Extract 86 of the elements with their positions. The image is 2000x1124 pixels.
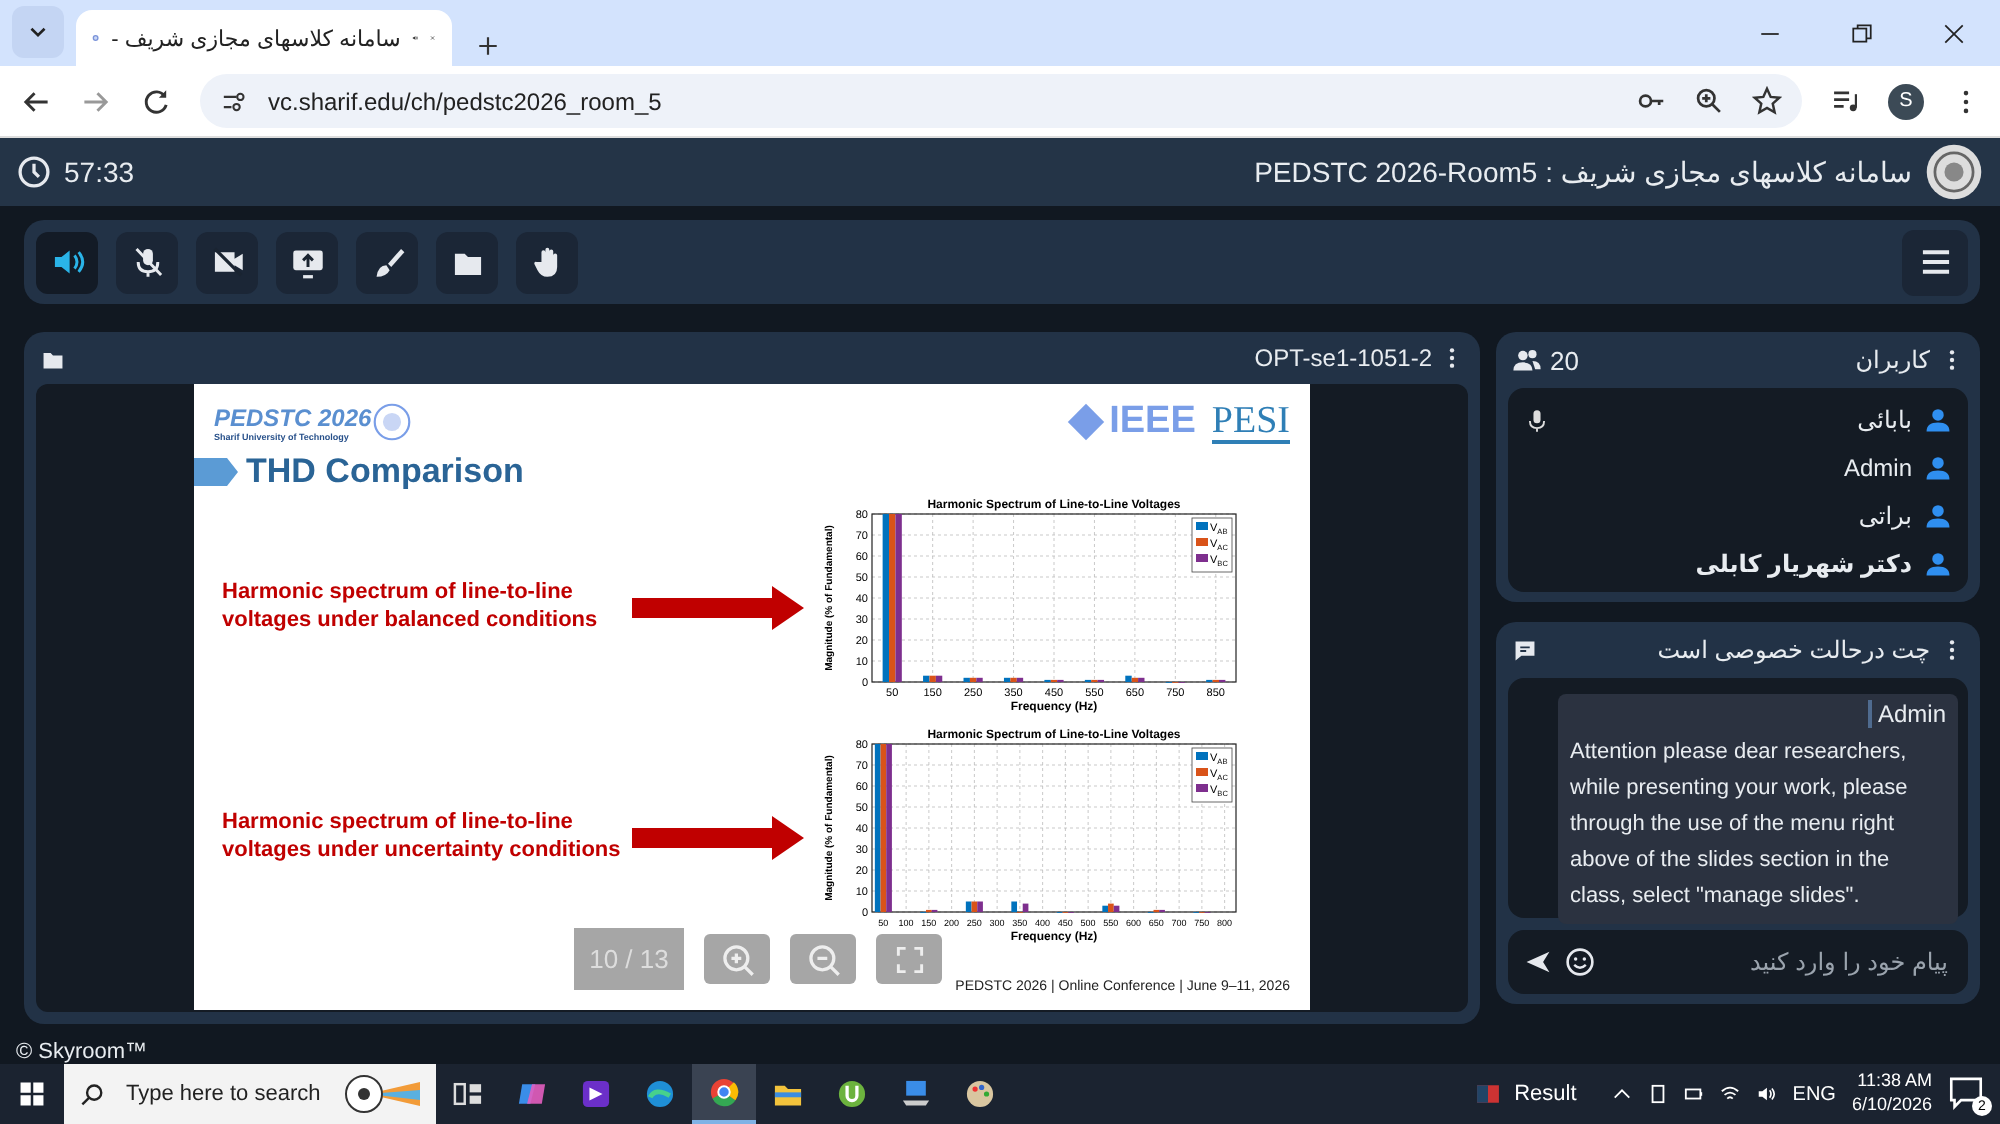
person-icon <box>1924 454 1952 482</box>
screen-share-button[interactable] <box>276 231 338 293</box>
zoom-icon <box>1694 86 1724 116</box>
user-name[interactable]: بابائی <box>1857 406 1912 434</box>
diamond-icon <box>1065 402 1106 442</box>
tab-title: سامانه کلاسهای مجازی شریف - <box>111 25 401 51</box>
emoji-icon <box>1564 946 1596 978</box>
star-icon <box>1752 86 1782 116</box>
menu-icon <box>1917 244 1953 280</box>
chat-icon <box>1512 637 1538 663</box>
speaker-button[interactable] <box>36 231 98 293</box>
search-field[interactable]: Type here to search <box>64 1064 436 1124</box>
news-text[interactable]: Result <box>1514 1082 1577 1106</box>
profile-avatar[interactable]: S <box>1888 83 1924 119</box>
chevron-up-icon <box>1612 1084 1633 1104</box>
taskbar-app[interactable] <box>692 1064 756 1124</box>
windows-icon <box>18 1080 46 1108</box>
zoom-out-icon <box>805 941 841 977</box>
send-icon <box>1524 948 1552 976</box>
slide-title: THD Comparison <box>246 452 524 492</box>
person-icon <box>1924 406 1952 434</box>
clock-time[interactable]: 11:38 AM <box>1857 1070 1932 1094</box>
user-name[interactable]: Admin <box>1843 454 1912 482</box>
chart-legend <box>1191 516 1233 572</box>
restore-icon <box>1850 21 1874 45</box>
clock-icon <box>16 154 52 190</box>
person-icon <box>1924 502 1952 530</box>
university-seal-icon <box>1924 142 1984 202</box>
user-name[interactable]: دکتر شهریار کابلی <box>1695 550 1912 578</box>
media-icon <box>578 1076 614 1112</box>
brush-button[interactable] <box>356 231 418 293</box>
browser-tab[interactable]: سامانه کلاسهای مجازی شریف - <box>76 10 452 66</box>
device-icon <box>1648 1084 1669 1104</box>
pesi-logo-text: PESI <box>1211 401 1290 443</box>
message-composer[interactable]: پیام خود را وارد کنید <box>1508 930 1968 994</box>
site-settings-icon <box>220 87 248 115</box>
arrow-icon <box>632 585 804 629</box>
emoji-button[interactable] <box>1564 946 1596 978</box>
media-queue-icon <box>1830 86 1860 116</box>
person-icon <box>1924 550 1952 578</box>
folder-button[interactable] <box>436 231 498 293</box>
language-indicator[interactable]: ENG <box>1792 1083 1836 1105</box>
torrent-icon <box>834 1076 870 1112</box>
chrome-icon <box>706 1074 742 1110</box>
wifi-icon <box>1720 1084 1741 1104</box>
session-timer: 57:33 <box>64 156 135 188</box>
mic-off-button[interactable] <box>116 231 178 293</box>
clock-date[interactable]: 6/10/2026 <box>1851 1094 1932 1118</box>
room-title: سامانه کلاسهای مجازی شریف : PEDSTC 2026-Room5 <box>1254 155 1912 189</box>
university-seal-icon <box>371 402 412 442</box>
url-text: vc.sharif.edu/ch/pedstc2026_room_5 <box>268 87 662 115</box>
message-sender: Admin <box>1867 700 1946 728</box>
panel-title: چت درحالت خصوصی است <box>1657 636 1930 664</box>
copyright-text: © Skyroom™ <box>16 1040 148 1064</box>
search-icon <box>80 1081 106 1107</box>
search-input[interactable]: Type here to search <box>122 1080 324 1108</box>
paint-icon <box>962 1076 998 1112</box>
plus-icon <box>476 34 500 58</box>
reload-icon <box>140 85 172 117</box>
close-icon <box>1942 21 1966 45</box>
notification-icon <box>1948 1074 1984 1110</box>
edge-icon <box>642 1076 678 1112</box>
user-name[interactable]: براتی <box>1858 502 1912 530</box>
hand-button[interactable] <box>516 231 578 293</box>
send-button[interactable] <box>1524 948 1552 976</box>
slide-caption: Harmonic spectrum of line-to-line voltages under uncertainty conditions <box>220 809 623 865</box>
slide-caption: Harmonic spectrum of line-to-line voltages under balanced conditions <box>220 579 600 635</box>
user-count: 20 <box>1550 345 1579 375</box>
message-input[interactable]: پیام خود را وارد کنید <box>1608 946 1952 978</box>
file-name: OPT-se1-1051-2 <box>1254 344 1432 372</box>
chart-legend <box>1191 746 1233 802</box>
microphone-icon <box>1524 407 1550 433</box>
camera-off-button[interactable] <box>196 231 258 293</box>
address-bar[interactable]: vc.sharif.edu/ch/pedstc2026_room_5 <box>200 74 1802 128</box>
fullscreen-icon <box>893 943 925 975</box>
users-icon <box>1512 345 1542 375</box>
title-marker <box>194 458 238 486</box>
ieee-logo-text: IEEE <box>1109 400 1196 444</box>
battery-icon <box>1684 1084 1705 1104</box>
arrow-icon <box>632 815 804 859</box>
conference-logo-text: PEDSTC 2026 <box>214 403 372 431</box>
panel-title: کاربران <box>1855 346 1930 374</box>
volume-icon <box>1756 1084 1777 1104</box>
zoom-in-icon <box>719 941 755 977</box>
menu-button[interactable] <box>1902 229 1968 295</box>
message-text: Attention please dear researchers, while presenting your work, please through the use of the menu right above of the slides section in the class, select "manage slides". <box>1570 738 1910 912</box>
